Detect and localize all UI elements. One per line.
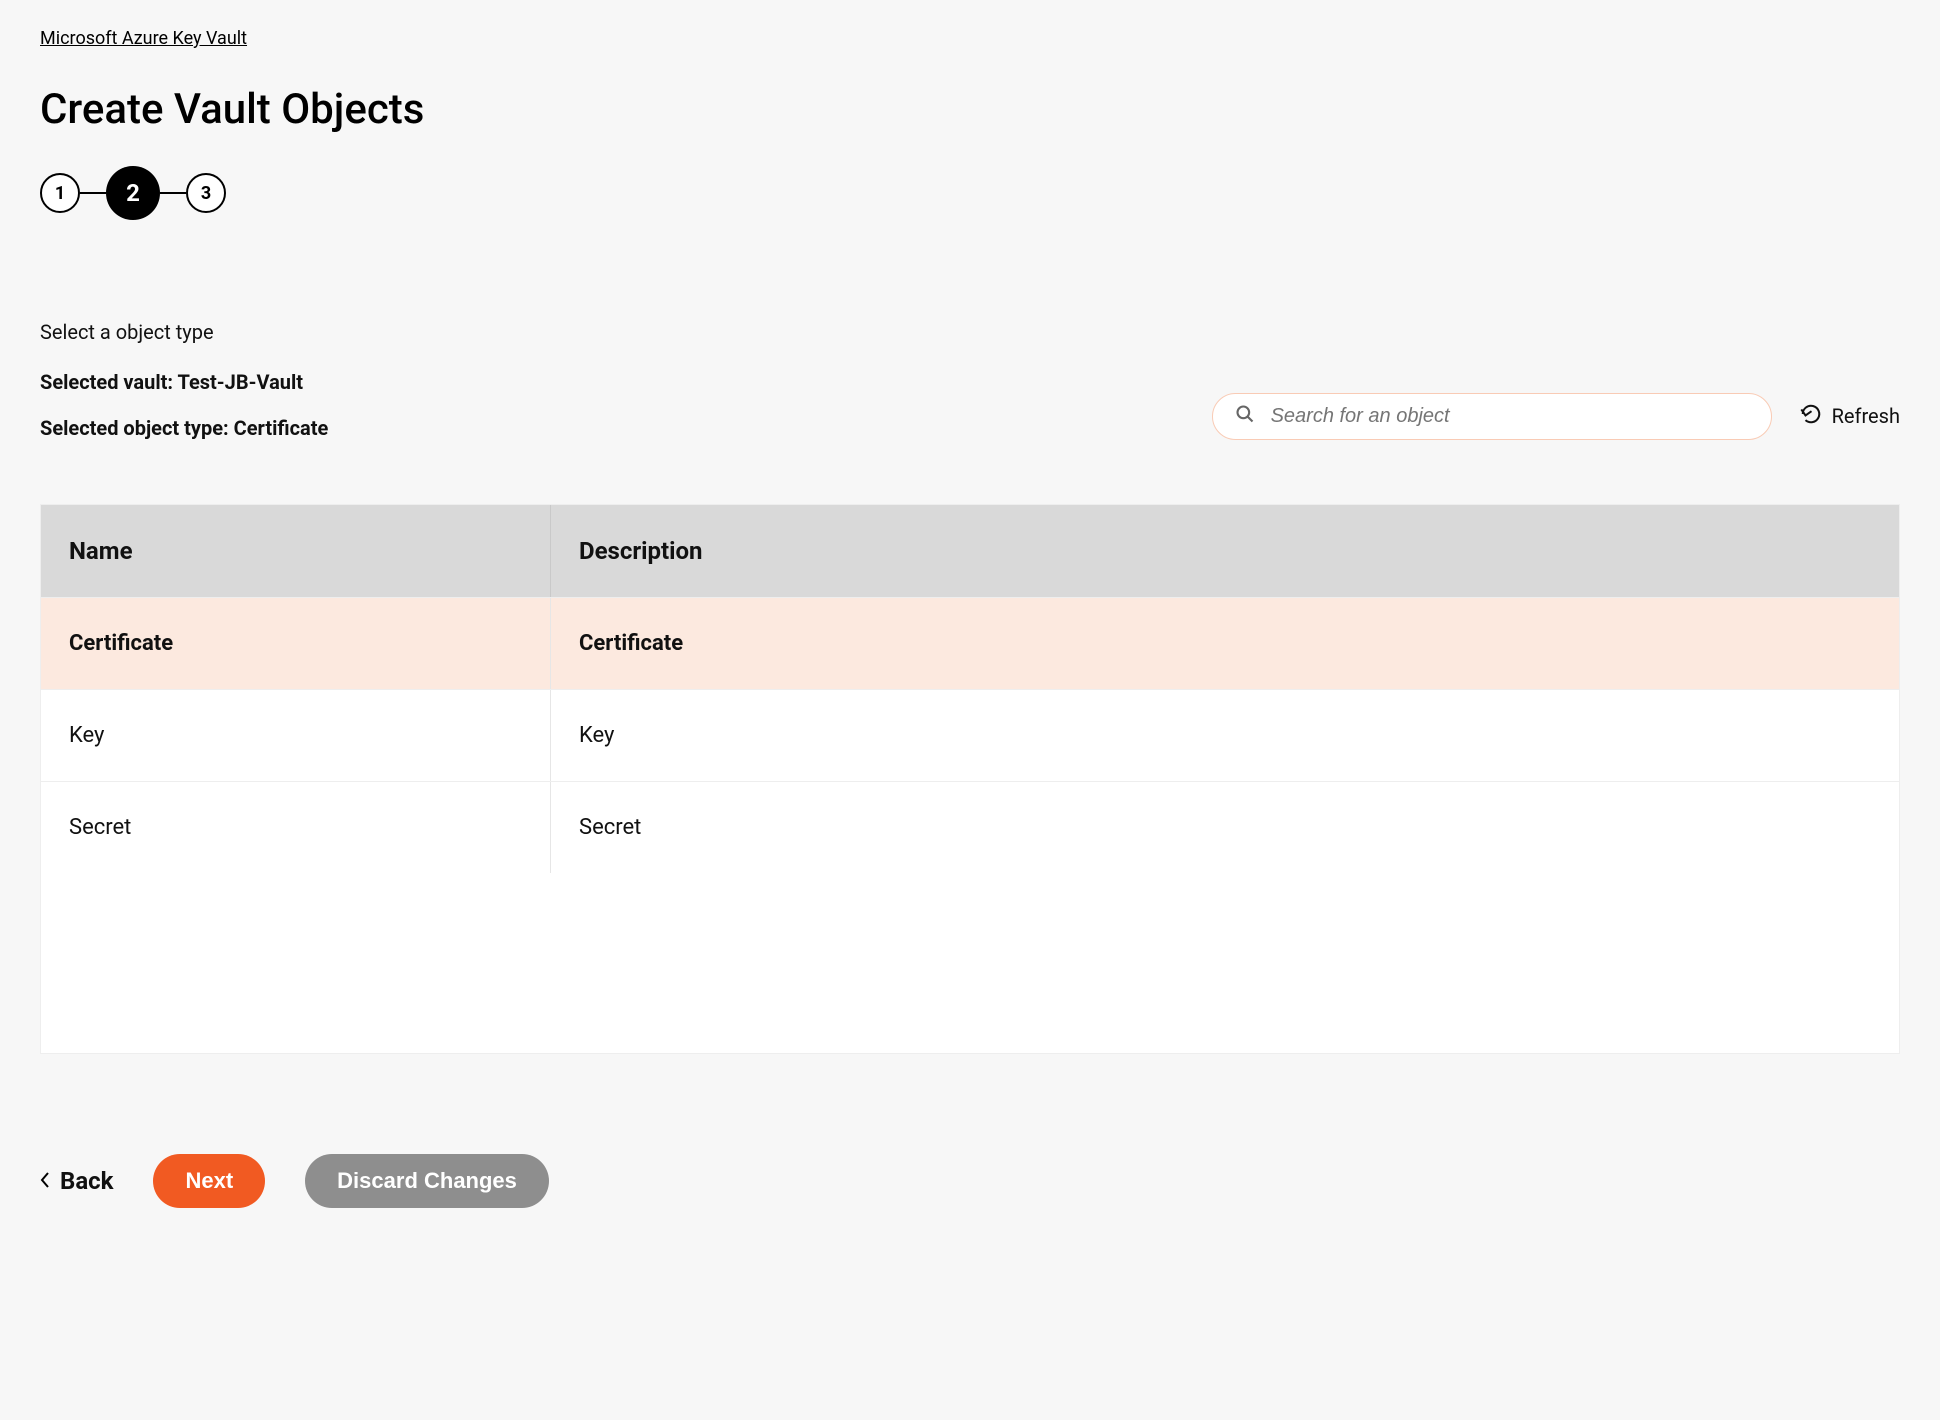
table-row[interactable]: Certificate Certificate: [41, 597, 1899, 689]
step-1[interactable]: 1: [40, 173, 80, 213]
step-line: [160, 192, 186, 194]
refresh-icon: [1800, 403, 1822, 430]
table-row[interactable]: Key Key: [41, 689, 1899, 781]
table-empty-space: [41, 873, 1899, 1053]
instruction-text: Select a object type: [40, 320, 1900, 344]
discard-changes-button[interactable]: Discard Changes: [305, 1154, 549, 1208]
next-button[interactable]: Next: [153, 1154, 265, 1208]
back-button[interactable]: Back: [40, 1167, 113, 1195]
table-header-row: Name Description: [41, 505, 1899, 597]
cell-name: Key: [41, 690, 551, 781]
cell-description: Secret: [551, 782, 1899, 873]
refresh-button[interactable]: Refresh: [1800, 403, 1900, 430]
search-field-wrap[interactable]: [1212, 393, 1772, 440]
footer-actions: Back Next Discard Changes: [40, 1154, 1900, 1208]
info-row: Selected vault: Test-JB-Vault Selected o…: [40, 370, 1900, 462]
refresh-label: Refresh: [1832, 404, 1900, 428]
page-title: Create Vault Objects: [40, 85, 1900, 134]
controls-right: Refresh: [1212, 393, 1900, 440]
column-header-description: Description: [551, 505, 1899, 597]
page-container: Microsoft Azure Key Vault Create Vault O…: [0, 0, 1940, 1420]
column-header-name: Name: [41, 505, 551, 597]
object-type-table: Name Description Certificate Certificate…: [40, 504, 1900, 1054]
back-label: Back: [60, 1167, 113, 1195]
stepper: 1 2 3: [40, 166, 1900, 220]
cell-description: Certificate: [551, 598, 1899, 689]
breadcrumb-link[interactable]: Microsoft Azure Key Vault: [40, 28, 247, 49]
step-3[interactable]: 3: [186, 173, 226, 213]
search-input[interactable]: [1269, 404, 1749, 429]
selected-object-type-label: Selected object type: Certificate: [40, 416, 328, 440]
cell-name: Certificate: [41, 598, 551, 689]
cell-name: Secret: [41, 782, 551, 873]
search-icon: [1235, 404, 1255, 428]
cell-description: Key: [551, 690, 1899, 781]
step-2[interactable]: 2: [106, 166, 160, 220]
chevron-left-icon: [40, 1167, 52, 1195]
info-left: Selected vault: Test-JB-Vault Selected o…: [40, 370, 328, 462]
selected-vault-label: Selected vault: Test-JB-Vault: [40, 370, 328, 394]
step-line: [80, 192, 106, 194]
table-row[interactable]: Secret Secret: [41, 781, 1899, 873]
